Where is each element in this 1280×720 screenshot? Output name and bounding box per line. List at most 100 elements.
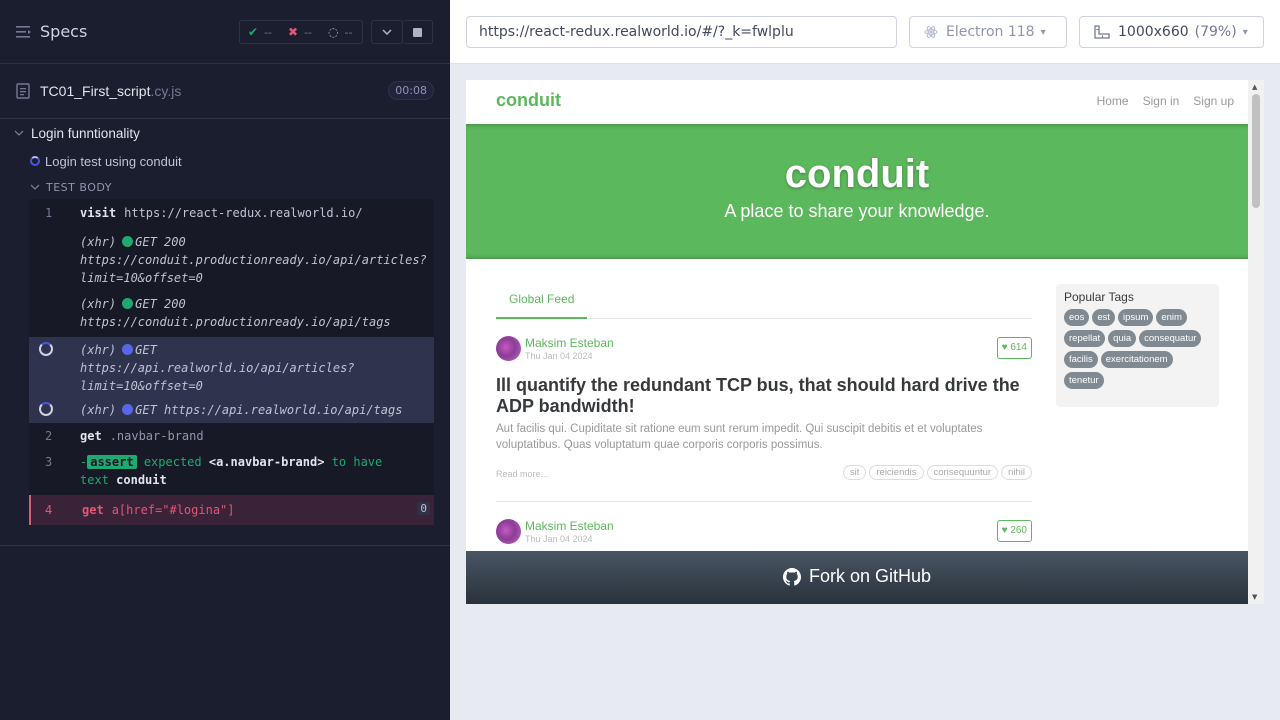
article-tag: nihil — [1001, 465, 1032, 480]
tag-pills: eos est ipsum enim repellat quia consequ… — [1064, 309, 1211, 393]
assert-text: text — [80, 473, 109, 487]
xhr-method: GET 200 — [135, 235, 186, 249]
pending-icon: ◌ — [328, 25, 339, 39]
browser-selector[interactable]: Electron 118 ▾ — [909, 16, 1067, 48]
spec-file-name[interactable]: TC01_First_script — [40, 83, 150, 99]
xhr-label: (xhr) — [80, 235, 117, 249]
command-message: https://react-redux.realworld.io/ — [124, 206, 363, 220]
stat-failed: ✖ -- — [288, 25, 312, 39]
avatar[interactable] — [496, 336, 521, 361]
banner-subtitle: A place to share your knowledge. — [724, 201, 990, 221]
options-dropdown-button[interactable] — [371, 20, 403, 44]
article-title[interactable]: Ill quantify the redundant TCP bus, that… — [496, 375, 1032, 417]
chevron-down-icon — [14, 130, 24, 136]
author-link[interactable]: Maksim Esteban — [525, 519, 614, 533]
nav-home-link[interactable]: Home — [1097, 94, 1129, 108]
read-more-link[interactable]: Read more... — [496, 469, 548, 479]
tag-pill[interactable]: enim — [1156, 309, 1187, 326]
xhr-method: GET 200 — [135, 297, 186, 311]
specs-menu-icon[interactable] — [16, 25, 32, 39]
tag-pill[interactable]: ipsum — [1118, 309, 1154, 326]
tag-pill[interactable]: tenetur — [1064, 372, 1104, 389]
suite-row[interactable]: Login funntionality — [0, 119, 450, 147]
tag-pill[interactable]: eos — [1064, 309, 1090, 326]
xhr-row[interactable]: (xhr) GET 200 https://conduit.productionr… — [29, 293, 434, 337]
x-icon: ✖ — [288, 25, 299, 39]
article-date: Thu Jan 04 2024 — [525, 534, 593, 544]
github-icon — [782, 567, 801, 586]
tab-global-feed[interactable]: Global Feed — [496, 285, 588, 319]
favorite-button[interactable]: ♥ 260 — [996, 520, 1032, 542]
xhr-url-cont: limit=10&offset=0 — [80, 379, 203, 393]
tag-pill[interactable]: consequatur — [1139, 330, 1202, 347]
command-number: 2 — [45, 429, 53, 443]
passed-count: -- — [264, 25, 273, 39]
browser-name: Electron 118 — [946, 24, 1035, 40]
xhr-url: https://api.realworld.io/api/tags — [164, 403, 403, 417]
status-dot-icon — [122, 298, 134, 309]
article-description[interactable]: Aut facilis qui. Cupiditate sit ratione … — [496, 421, 1032, 453]
chevron-down-icon: ▾ — [1242, 26, 1248, 38]
tag-pill[interactable]: exercitationem — [1100, 351, 1173, 368]
stat-pending: ◌ -- — [328, 25, 352, 39]
banner-title: conduit — [784, 152, 930, 196]
viewport-size: 1000x660 — [1118, 24, 1189, 40]
app-iframe: conduit Home Sign in Sign up conduit A p… — [466, 80, 1264, 604]
stat-passed: ✔ -- — [248, 25, 272, 39]
xhr-url: https://api.realworld.io/api/articles? — [80, 361, 355, 375]
article-tag-list: sit reiciendis consequuntur nihil — [840, 465, 1032, 480]
specs-title[interactable]: Specs — [40, 22, 87, 41]
test-row[interactable]: Login test using conduit — [0, 147, 450, 175]
document-icon — [16, 83, 30, 99]
failed-count: -- — [304, 25, 313, 39]
electron-icon — [924, 26, 938, 38]
author-link[interactable]: Maksim Esteban — [525, 336, 614, 350]
xhr-url: https://conduit.productionready.io/api/a… — [80, 253, 427, 267]
specs-header: Specs ✔ -- ✖ -- ◌ -- — [0, 0, 450, 64]
favorite-button[interactable]: ♥ 614 — [996, 337, 1032, 359]
stop-button[interactable] — [403, 20, 433, 44]
test-title: Login test using conduit — [45, 153, 182, 169]
nav-signup-link[interactable]: Sign up — [1193, 94, 1234, 108]
tag-pill[interactable]: repellat — [1064, 330, 1106, 347]
favorite-count: 260 — [1010, 525, 1027, 536]
loading-spinner-icon — [39, 402, 53, 416]
command-assert[interactable]: 3 - assert expected <a.navbar-brand> to h… — [29, 449, 434, 495]
stats-box: ✔ -- ✖ -- ◌ -- — [239, 20, 363, 44]
tag-pill[interactable]: est — [1092, 309, 1116, 326]
tag-pill[interactable]: facilis — [1064, 351, 1098, 368]
nav-links: Home Sign in Sign up — [1083, 94, 1234, 108]
command-name: get — [80, 429, 102, 443]
xhr-row-pending[interactable]: (xhr) GET https://api.realworld.io/api/ar… — [29, 337, 434, 399]
command-name: visit — [80, 206, 117, 220]
check-icon: ✔ — [248, 25, 259, 39]
assert-to-have: to have — [331, 455, 383, 469]
scroll-up-icon[interactable]: ▲ — [1252, 83, 1257, 91]
favorite-count: 614 — [1010, 342, 1027, 353]
fork-on-github-banner[interactable]: Fork on GitHub — [466, 551, 1248, 604]
command-number: 4 — [45, 503, 53, 517]
scroll-down-icon[interactable]: ▼ — [1252, 593, 1257, 601]
nav-signin-link[interactable]: Sign in — [1143, 94, 1180, 108]
tag-pill[interactable]: quia — [1108, 330, 1137, 347]
url-field[interactable]: https://react-redux.realworld.io/#/?_k=f… — [466, 16, 897, 48]
hero-banner: conduit A place to share your knowledge. — [466, 124, 1248, 259]
avatar[interactable] — [496, 519, 521, 544]
viewport-selector[interactable]: 1000x660 (79%) ▾ — [1079, 16, 1264, 48]
suite-title: Login funntionality — [31, 125, 140, 141]
xhr-row-pending[interactable]: (xhr) GET https://api.realworld.io/api/ta… — [29, 399, 434, 423]
scrollbar[interactable]: ▲ ▼ — [1248, 80, 1264, 604]
command-message: a[href="#logina"] — [111, 503, 235, 517]
navbar-brand[interactable]: conduit — [496, 90, 561, 111]
assert-expected: expected — [143, 455, 202, 469]
scroll-thumb[interactable] — [1252, 94, 1260, 208]
command-get-failed[interactable]: 4 get a[href="#logina"] 0 — [29, 495, 434, 525]
xhr-label: (xhr) — [80, 403, 117, 417]
xhr-row[interactable]: (xhr) GET 200 https://conduit.productionr… — [29, 227, 434, 293]
test-body-row[interactable]: TEST BODY — [0, 175, 450, 199]
xhr-label: (xhr) — [80, 297, 117, 311]
xhr-url: https://conduit.productionready.io/api/t… — [80, 315, 391, 329]
command-visit[interactable]: 1 visit https://react-redux.realworld.io… — [29, 199, 434, 227]
xhr-method: GET — [135, 343, 157, 357]
command-get[interactable]: 2 get .navbar-brand — [29, 423, 434, 449]
